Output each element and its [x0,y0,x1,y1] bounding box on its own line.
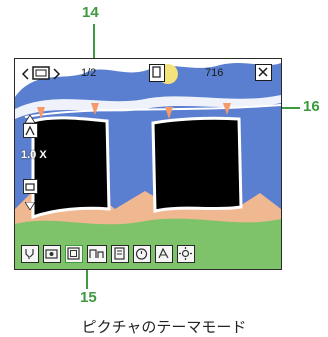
effects-icon[interactable] [177,245,195,263]
timer-icon[interactable] [133,245,151,263]
capture-mode-icon[interactable] [43,245,61,263]
theme-select-icon[interactable] [65,245,83,263]
callout-label-14: 14 [82,4,99,21]
zoom-down-arrow[interactable] [24,197,36,215]
remaining-shots: 716 [205,67,224,79]
resolution-icon[interactable] [87,245,107,263]
page-counter: 1/2 [81,67,97,79]
bottom-toolbar [15,240,281,269]
exposure-icon[interactable] [23,179,38,194]
status-bar: 1/2 716 [15,59,281,89]
settings-tool-icon[interactable] [21,245,39,263]
callout-label-16: 16 [303,98,320,115]
zoom-icon[interactable] [23,123,38,138]
figure-caption: ピクチャのテーマモード [81,318,247,336]
photo-frame-right [151,116,243,213]
zoom-level: 1.0 X [21,149,47,161]
white-balance-icon[interactable] [155,245,173,263]
frame-icon[interactable] [32,66,50,85]
callout-line-14 [93,24,95,60]
callout-label-15: 15 [80,289,97,306]
close-icon[interactable] [255,64,272,81]
chevron-left-icon[interactable] [21,67,29,85]
storage-icon[interactable] [111,245,129,263]
photo-frame-left [31,116,111,220]
chevron-right-icon[interactable] [53,67,61,85]
single-shot-icon[interactable] [149,64,165,82]
theme-background [15,59,281,269]
camera-screen: 1/2 716 1.0 X [14,58,282,270]
